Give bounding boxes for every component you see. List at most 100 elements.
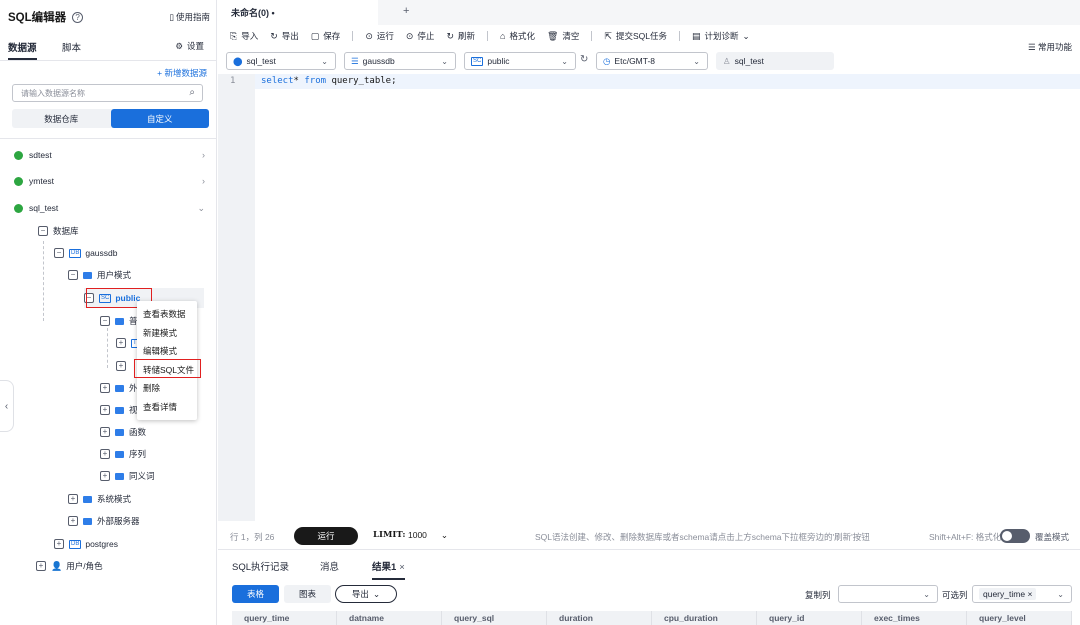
- collapse-icon[interactable]: −: [68, 270, 78, 280]
- column-header[interactable]: query_id: [757, 611, 862, 625]
- tree-node-synonyms[interactable]: + 同义词: [100, 466, 155, 486]
- chevron-left-icon: ‹: [4, 400, 9, 412]
- tree-node-database[interactable]: − 数据库: [38, 221, 79, 241]
- column-header[interactable]: query_time: [232, 611, 337, 625]
- tree-node-external[interactable]: + 外: [100, 378, 138, 398]
- datasource-search-input[interactable]: 请输入数据源名称 ⌕: [12, 84, 203, 102]
- column-header[interactable]: query_level: [967, 611, 1072, 625]
- clear-button[interactable]: 🗑 清空: [547, 30, 579, 42]
- tree-node-system-schema[interactable]: + 系统模式: [68, 489, 131, 509]
- expand-icon[interactable]: +: [100, 449, 110, 459]
- tree-node-sequences[interactable]: + 序列: [100, 444, 146, 464]
- add-tab-icon[interactable]: +: [403, 5, 409, 17]
- datasource-item[interactable]: ymtest ›: [14, 171, 217, 191]
- run-toolbar-button[interactable]: ⊙ 运行: [365, 30, 394, 42]
- tab-result-1[interactable]: 结果1 ×: [372, 559, 405, 580]
- expand-icon[interactable]: +: [100, 383, 110, 393]
- menu-item-delete[interactable]: 删除: [143, 382, 160, 394]
- expand-icon[interactable]: +: [100, 405, 110, 415]
- tab-datasource[interactable]: 数据源: [8, 40, 37, 60]
- collapse-icon[interactable]: −: [54, 248, 64, 258]
- view-table-button[interactable]: 表格: [232, 585, 279, 603]
- tab-script[interactable]: 脚本: [62, 40, 81, 54]
- settings-button[interactable]: ⚙ 设置: [175, 40, 204, 52]
- timezone-select[interactable]: ◷ Etc/GMT-8 ⌄: [596, 52, 708, 70]
- optional-columns-select[interactable]: query_time × ⌄: [972, 585, 1072, 603]
- datasource-item[interactable]: sql_test ⌄: [14, 198, 217, 218]
- seg-warehouse[interactable]: 数据仓库: [12, 109, 111, 128]
- expand-icon[interactable]: +: [116, 361, 126, 371]
- tree-node-view[interactable]: + 视: [100, 400, 138, 420]
- document-icon: ▯: [169, 11, 174, 22]
- collapse-icon[interactable]: −: [100, 316, 110, 326]
- schema-refresh-hint: SQL语法创建、修改、删除数据库或者schema请点击上方schema下拉框旁边…: [535, 532, 870, 542]
- submit-sql-task-button[interactable]: ⇱ 提交SQL任务: [604, 30, 667, 42]
- user-guide-link[interactable]: ▯ 使用指南: [169, 11, 210, 23]
- column-header[interactable]: exec_times: [862, 611, 967, 625]
- tree-node-postgres[interactable]: + DB postgres: [54, 534, 118, 554]
- seg-custom[interactable]: 自定义: [110, 109, 209, 128]
- folder-icon: [83, 517, 92, 525]
- menu-item-new-schema[interactable]: 新建模式: [143, 327, 177, 339]
- save-button[interactable]: ▢ 保存: [311, 30, 341, 42]
- tree-label: 序列: [129, 449, 147, 459]
- tree-node-child[interactable]: +: [116, 356, 131, 376]
- limit-select[interactable]: 1000 ⌄: [408, 530, 448, 541]
- expand-icon[interactable]: +: [116, 338, 126, 348]
- search-icon[interactable]: ⌕: [189, 87, 195, 98]
- user-icon: ♙: [723, 55, 731, 66]
- toolbar-label: 清空: [562, 31, 580, 41]
- overwrite-mode-toggle[interactable]: [1000, 529, 1030, 543]
- collapse-sidebar-button[interactable]: ‹: [0, 380, 14, 432]
- import-button[interactable]: ⎘ 导入: [230, 30, 258, 42]
- datasource-label: sdtest: [29, 150, 52, 160]
- column-header[interactable]: query_sql: [442, 611, 547, 625]
- schema-select[interactable]: SC public ⌄: [464, 52, 576, 70]
- help-icon[interactable]: ?: [72, 11, 84, 23]
- tree-node-gaussdb[interactable]: − DB gaussdb: [54, 243, 117, 263]
- add-datasource-link[interactable]: + 新增数据源: [157, 67, 207, 79]
- user-select[interactable]: ♙ sql_test: [716, 52, 834, 70]
- collapse-icon[interactable]: −: [38, 226, 48, 236]
- export-results-button[interactable]: 导出 ⌄: [335, 585, 397, 603]
- tree-node-external-servers[interactable]: + 外部服务器: [68, 511, 140, 531]
- menu-item-edit-schema[interactable]: 编辑模式: [143, 345, 177, 357]
- column-header[interactable]: duration: [547, 611, 652, 625]
- close-icon[interactable]: ×: [1027, 589, 1032, 599]
- sql-editor[interactable]: 1 select* from query_table;: [218, 74, 1080, 521]
- format-button[interactable]: ⌂ 格式化: [500, 30, 535, 42]
- refresh-button[interactable]: ↻ 刷新: [446, 30, 475, 42]
- column-header[interactable]: cpu_duration: [652, 611, 757, 625]
- tree-node-user-schema[interactable]: − 用户模式: [68, 265, 131, 285]
- copy-column-select[interactable]: ⌄: [838, 585, 938, 603]
- chevron-down-icon: ⌄: [1057, 589, 1064, 599]
- expand-icon[interactable]: +: [68, 516, 78, 526]
- plan-diagnosis-button[interactable]: ▤ 计划诊断 ⌄: [692, 30, 750, 42]
- expand-icon[interactable]: +: [54, 539, 64, 549]
- tab-messages[interactable]: 消息: [320, 559, 339, 573]
- stop-button[interactable]: ⊙ 停止: [406, 30, 435, 42]
- refresh-schema-icon[interactable]: ↻: [580, 54, 588, 65]
- code-line[interactable]: select* from query_table;: [261, 76, 397, 86]
- export-button[interactable]: ↻ 导出: [270, 30, 299, 42]
- database-select[interactable]: ☰ gaussdb ⌄: [344, 52, 456, 70]
- expand-icon[interactable]: +: [68, 494, 78, 504]
- tree-node-users-roles[interactable]: + 👤 用户/角色: [36, 556, 103, 576]
- file-tab[interactable]: 未命名(0) •: [218, 0, 378, 25]
- datasource-select[interactable]: ⬤ sql_test ⌄: [226, 52, 336, 70]
- expand-icon[interactable]: +: [36, 561, 46, 571]
- code-text: query_table;: [326, 76, 397, 86]
- common-functions-button[interactable]: ☰ 常用功能: [1028, 41, 1072, 53]
- expand-icon[interactable]: +: [100, 427, 110, 437]
- run-button[interactable]: 运行: [294, 527, 358, 545]
- menu-item-view-table-data[interactable]: 查看表数据: [143, 308, 186, 320]
- column-header[interactable]: datname: [337, 611, 442, 625]
- view-chart-button[interactable]: 图表: [284, 585, 331, 603]
- expand-icon[interactable]: +: [100, 471, 110, 481]
- close-icon[interactable]: ×: [399, 562, 405, 573]
- tree-node-functions[interactable]: + 函数: [100, 422, 146, 442]
- tab-sql-history[interactable]: SQL执行记录: [232, 559, 289, 573]
- menu-item-view-details[interactable]: 查看详情: [143, 401, 177, 413]
- datasource-item[interactable]: sdtest ›: [14, 145, 217, 165]
- list-icon: ☰: [1028, 42, 1038, 52]
